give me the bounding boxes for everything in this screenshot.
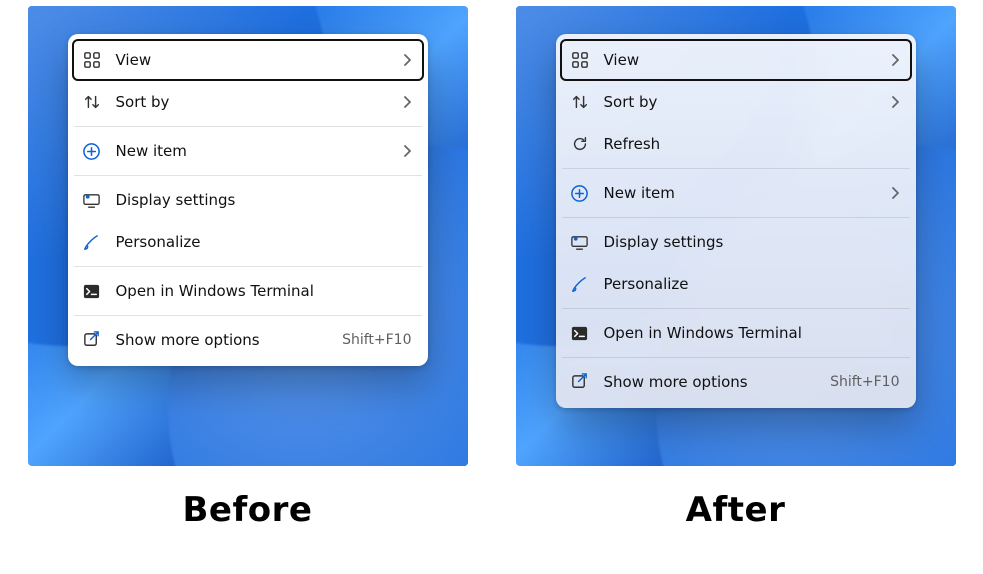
plus-circle-icon <box>82 141 102 161</box>
terminal-icon <box>82 281 102 301</box>
show-more-icon <box>82 330 102 350</box>
after-caption: After <box>686 490 786 530</box>
after-panel: View Sort by <box>516 6 956 530</box>
chevron-right-icon <box>890 96 900 108</box>
menu-item-label: Open in Windows Terminal <box>604 324 900 342</box>
menu-item-view[interactable]: View <box>560 39 912 81</box>
chevron-right-icon <box>402 96 412 108</box>
menu-item-personalize[interactable]: Personalize <box>72 221 424 263</box>
menu-item-label: New item <box>604 184 876 202</box>
menu-item-label: Refresh <box>604 135 900 153</box>
personalize-icon <box>82 232 102 252</box>
menu-item-label: Show more options <box>604 373 817 391</box>
menu-item-open-terminal[interactable]: Open in Windows Terminal <box>72 270 424 312</box>
display-settings-icon <box>570 232 590 252</box>
chevron-right-icon <box>890 54 900 66</box>
menu-item-label: Display settings <box>604 233 900 251</box>
menu-item-view[interactable]: View <box>72 39 424 81</box>
menu-item-label: Sort by <box>116 93 388 111</box>
refresh-icon <box>570 134 590 154</box>
show-more-icon <box>570 372 590 392</box>
menu-item-new-item[interactable]: New item <box>560 172 912 214</box>
menu-divider <box>74 175 422 176</box>
menu-item-new-item[interactable]: New item <box>72 130 424 172</box>
after-context-menu: View Sort by <box>556 34 916 408</box>
menu-item-open-terminal[interactable]: Open in Windows Terminal <box>560 312 912 354</box>
menu-item-label: Display settings <box>116 191 412 209</box>
menu-item-label: Show more options <box>116 331 329 349</box>
before-panel: View Sort by <box>28 6 468 530</box>
menu-item-show-more[interactable]: Show more options Shift+F10 <box>560 361 912 403</box>
menu-divider <box>562 217 910 218</box>
chevron-right-icon <box>402 54 412 66</box>
menu-item-sort-by[interactable]: Sort by <box>560 81 912 123</box>
menu-divider <box>562 357 910 358</box>
menu-item-label: Personalize <box>116 233 412 251</box>
menu-item-display-settings[interactable]: Display settings <box>72 179 424 221</box>
chevron-right-icon <box>890 187 900 199</box>
menu-item-label: New item <box>116 142 388 160</box>
after-wallpaper: View Sort by <box>516 6 956 466</box>
before-wallpaper: View Sort by <box>28 6 468 466</box>
view-icon <box>570 50 590 70</box>
menu-item-label: Personalize <box>604 275 900 293</box>
shortcut-text: Shift+F10 <box>830 374 899 390</box>
menu-item-label: View <box>116 51 388 69</box>
menu-divider <box>562 308 910 309</box>
view-icon <box>82 50 102 70</box>
before-caption: Before <box>183 490 313 530</box>
terminal-icon <box>570 323 590 343</box>
menu-item-display-settings[interactable]: Display settings <box>560 221 912 263</box>
comparison-stage: View Sort by <box>0 0 983 530</box>
menu-divider <box>74 266 422 267</box>
before-context-menu: View Sort by <box>68 34 428 366</box>
menu-item-label: View <box>604 51 876 69</box>
menu-item-label: Open in Windows Terminal <box>116 282 412 300</box>
menu-item-refresh[interactable]: Refresh <box>560 123 912 165</box>
menu-item-label: Sort by <box>604 93 876 111</box>
sort-icon <box>570 92 590 112</box>
menu-divider <box>562 168 910 169</box>
menu-item-sort-by[interactable]: Sort by <box>72 81 424 123</box>
chevron-right-icon <box>402 145 412 157</box>
plus-circle-icon <box>570 183 590 203</box>
display-settings-icon <box>82 190 102 210</box>
menu-item-personalize[interactable]: Personalize <box>560 263 912 305</box>
personalize-icon <box>570 274 590 294</box>
shortcut-text: Shift+F10 <box>342 332 411 348</box>
menu-item-show-more[interactable]: Show more options Shift+F10 <box>72 319 424 361</box>
menu-divider <box>74 126 422 127</box>
sort-icon <box>82 92 102 112</box>
menu-divider <box>74 315 422 316</box>
